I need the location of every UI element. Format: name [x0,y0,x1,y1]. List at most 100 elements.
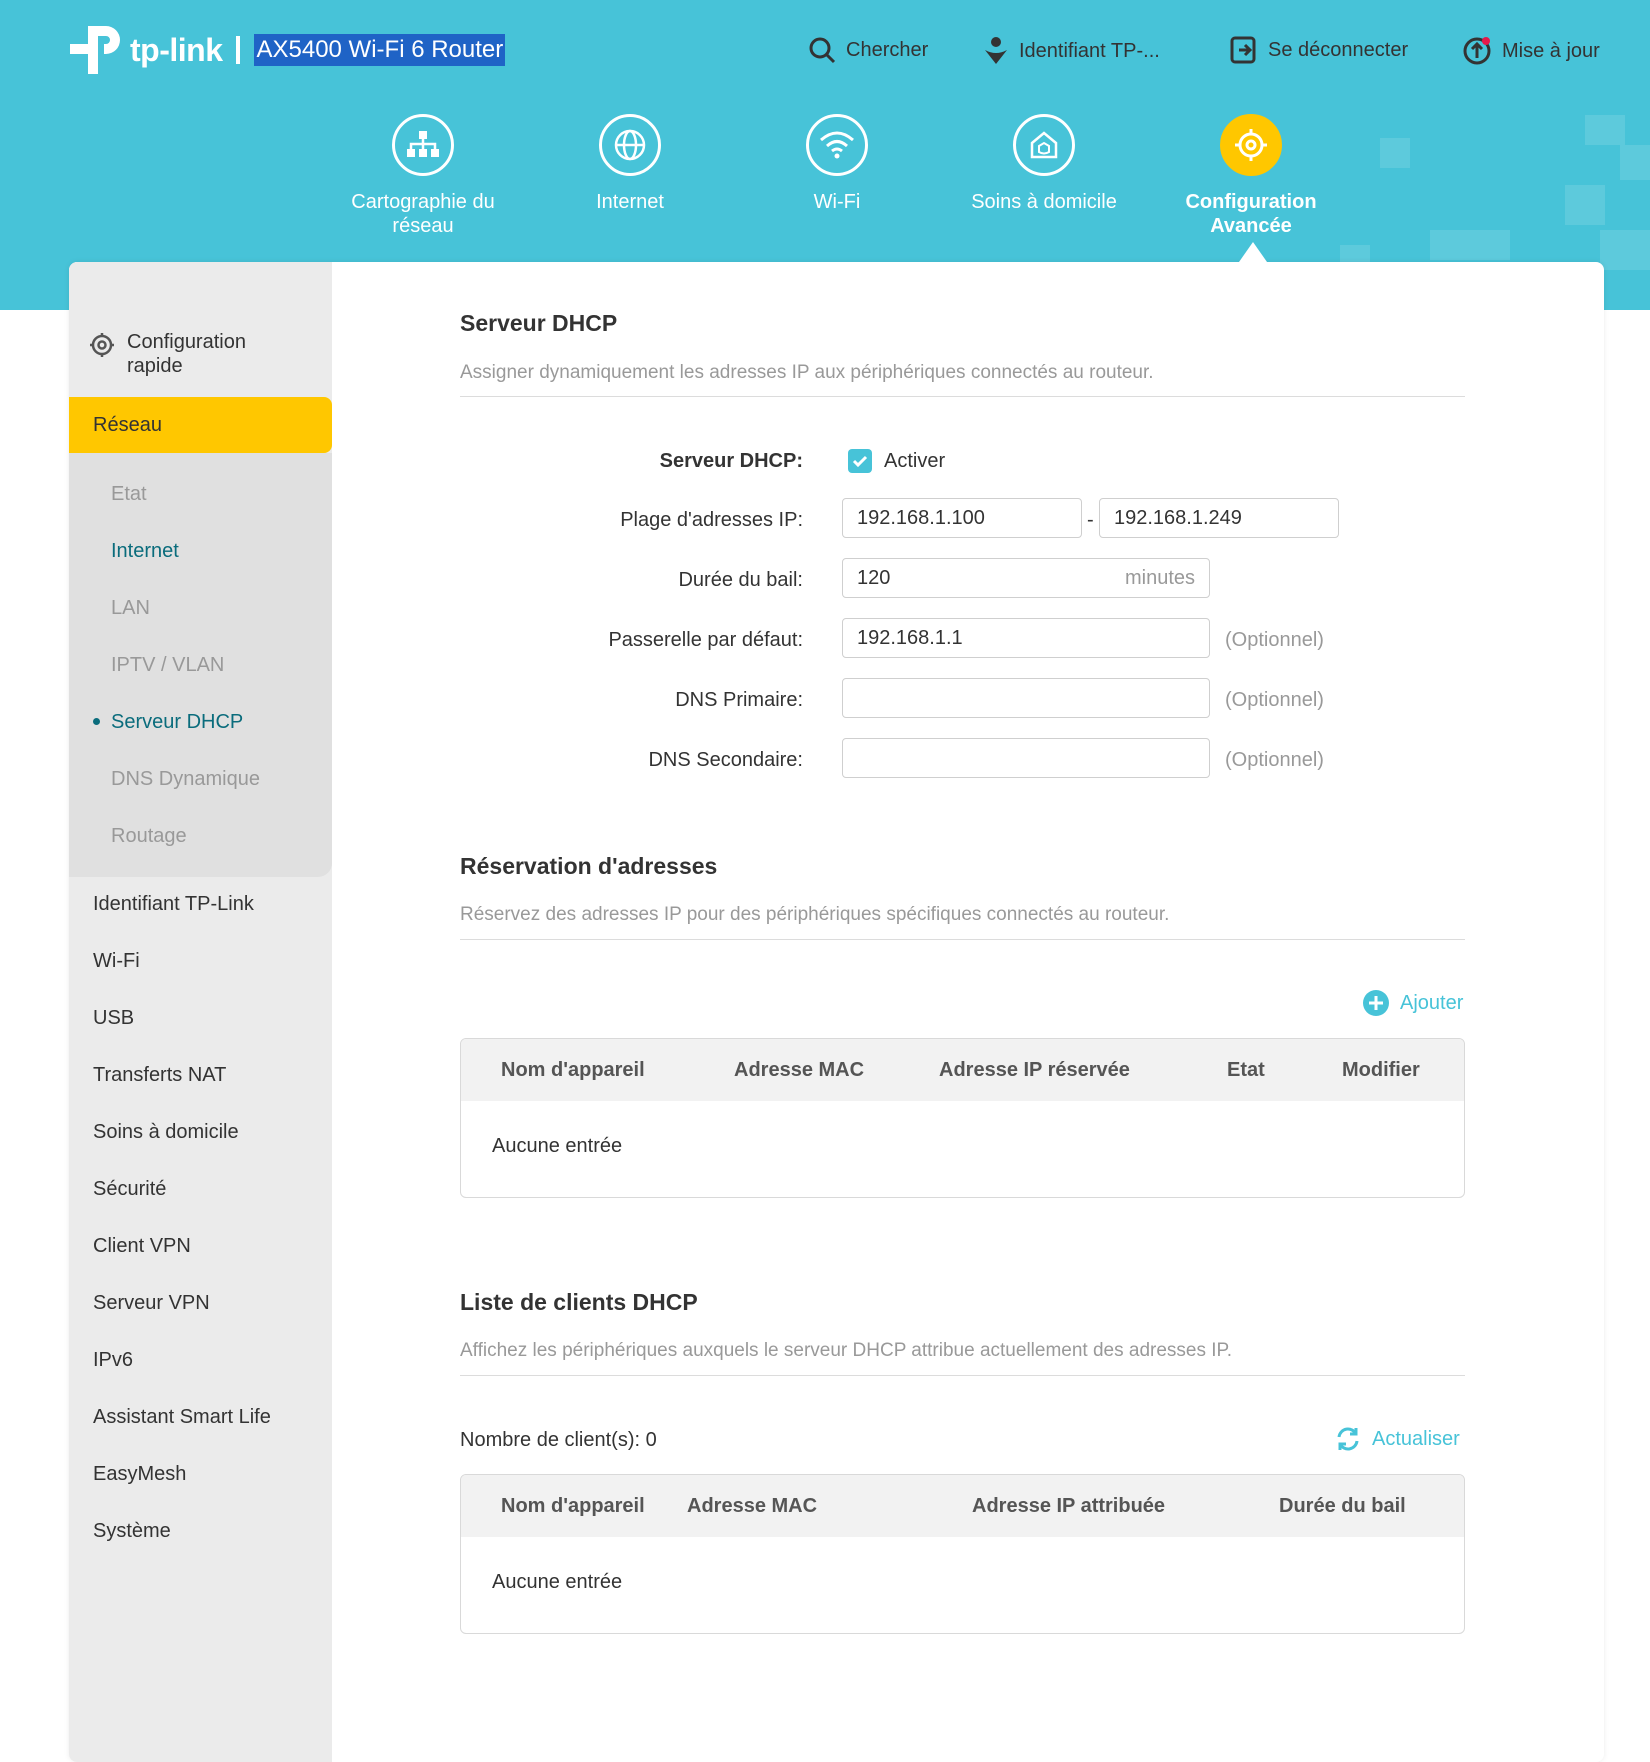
lease-unit: minutes [1124,567,1195,589]
clients-table-header: Nom d'appareil Adresse MAC Adresse IP at… [461,1475,1464,1537]
sidebar-subitem-iptv[interactable]: IPTV / VLAN [111,654,224,677]
nav-wifi-label: Wi-Fi [813,191,861,213]
col-reserved-ip: Adresse IP réservée [939,1059,1130,1081]
ip-range-start-input[interactable]: 192.168.1.100 [842,498,1082,538]
refresh-label: Actualiser [1372,1427,1460,1450]
sidebar-item-usb[interactable]: USB [93,1007,134,1030]
sidebar-item-reseau[interactable]: Réseau [69,397,332,453]
add-circle-icon [1363,990,1389,1016]
ip-range-end-value: 192.168.1.249 [1114,507,1242,529]
quick-setup-link[interactable]: Configuration rapide [89,330,267,378]
quick-setup-label: Configuration rapide [127,331,246,377]
divider [460,396,1465,397]
home-shield-icon [1013,114,1075,176]
decor-square [1600,230,1650,270]
col-assigned-ip: Adresse IP attribuée [972,1495,1166,1517]
logo-text: tp-link [130,31,223,68]
dhcp-enable-label: Serveur DHCP: [659,450,803,472]
router-model: AX5400 Wi-Fi 6 Router [254,34,506,66]
decor-square [1565,185,1605,225]
checkmark-icon [852,455,868,468]
active-dot [93,718,100,725]
sidebar-subitem-dhcp[interactable]: Serveur DHCP [111,711,243,734]
decor-square [1585,115,1625,145]
sidebar-subitem-internet[interactable]: Internet [111,540,179,563]
dns-primary-label: DNS Primaire: [675,689,803,711]
ip-range-separator: - [1087,509,1094,531]
decor-square [1620,145,1650,180]
reservation-table-header: Nom d'appareil Adresse MAC Adresse IP ré… [461,1039,1464,1101]
sidebar-item-security[interactable]: Sécurité [93,1178,166,1201]
dns-primary-input[interactable] [842,678,1210,718]
nav-advanced[interactable]: Configuration Avancée [1156,114,1346,238]
sidebar-item-system[interactable]: Système [93,1520,171,1543]
client-count: Nombre de client(s): 0 [460,1429,657,1451]
sidebar-item-nat[interactable]: Transferts NAT [93,1064,226,1087]
sidebar: Configuration rapide Réseau Etat Interne… [69,262,332,1762]
ip-range-end-input[interactable]: 192.168.1.249 [1099,498,1339,538]
main-card: Configuration rapide Réseau Etat Interne… [69,262,1604,1762]
nav-homecare[interactable]: Soins à domicile [949,114,1139,214]
logout-button[interactable]: Se déconnecter [1230,36,1408,64]
search-label: Chercher [846,38,929,61]
gear-icon [1220,114,1282,176]
sidebar-item-wifi[interactable]: Wi-Fi [93,950,140,973]
divider [460,939,1465,940]
sidebar-item-ipv6[interactable]: IPv6 [93,1349,133,1372]
add-reservation-button[interactable]: Ajouter [1362,989,1463,1017]
tplink-logo-icon [68,22,124,78]
lease-label: Durée du bail: [678,569,803,591]
dns-secondary-input[interactable] [842,738,1210,778]
reservation-section-title: Réservation d'adresses [460,853,718,879]
globe-icon [599,114,661,176]
sidebar-subitem-routing[interactable]: Routage [111,825,187,848]
refresh-icon [1337,1427,1359,1451]
search-button[interactable]: Chercher [808,36,928,64]
dns-secondary-label: DNS Secondaire: [648,749,803,771]
col-device-name: Nom d'appareil [501,1059,645,1081]
sidebar-item-smart-life[interactable]: Assistant Smart Life [93,1406,271,1429]
add-reservation-label: Ajouter [1400,991,1464,1014]
nav-advanced-label: Configuration Avancée [1185,191,1317,237]
dns-secondary-optional: (Optionnel) [1225,749,1324,771]
nav-internet[interactable]: Internet [535,114,725,214]
tplink-id-button[interactable]: Identifiant TP-... [983,36,1160,66]
nav-network-map[interactable]: Cartographie du réseau [328,114,518,238]
reservation-table: Nom d'appareil Adresse MAC Adresse IP ré… [460,1038,1465,1198]
clients-section-desc: Affichez les périphériques auxquels le s… [460,1340,1233,1361]
divider [460,1375,1465,1376]
sidebar-item-homecare[interactable]: Soins à domicile [93,1121,239,1144]
quick-setup-gear-icon [90,333,114,357]
gateway-input[interactable]: 192.168.1.1 [842,618,1210,658]
sidebar-subitem-ddns[interactable]: DNS Dynamique [111,768,260,791]
sidebar-item-easymesh[interactable]: EasyMesh [93,1463,186,1486]
sidebar-item-vpn-client[interactable]: Client VPN [93,1235,191,1258]
lease-time-input[interactable]: 120 minutes [842,558,1210,598]
refresh-button[interactable]: Actualiser [1334,1425,1460,1453]
decor-square [1380,138,1410,168]
sidebar-subitem-lan[interactable]: LAN [111,597,150,620]
col-mac-address: Adresse MAC [734,1059,865,1081]
ip-range-label: Plage d'adresses IP: [620,509,803,531]
brand-logo[interactable]: tp-link AX5400 Wi-Fi 6 Router [68,22,506,78]
col-device-name: Nom d'appareil [501,1495,645,1517]
logo-separator [236,36,241,64]
dns-primary-optional: (Optionnel) [1225,689,1324,711]
reservation-section-desc: Réservez des adresses IP pour des périph… [460,904,1170,925]
active-nav-caret [1239,242,1267,262]
sidebar-item-vpn-server[interactable]: Serveur VPN [93,1292,210,1315]
ip-range-start-value: 192.168.1.100 [857,507,985,529]
dhcp-enable-checkbox[interactable] [848,449,872,473]
sidebar-item-tplink-id[interactable]: Identifiant TP-Link [93,893,254,916]
col-lease-time: Durée du bail [1279,1495,1406,1517]
update-icon [1463,37,1491,65]
col-status: Etat [1227,1059,1265,1081]
network-map-icon [392,114,454,176]
sidebar-subitem-etat[interactable]: Etat [111,483,147,506]
nav-homecare-label: Soins à domicile [971,191,1117,213]
update-button[interactable]: Mise à jour [1462,36,1600,66]
col-edit: Modifier [1342,1059,1420,1081]
gateway-label: Passerelle par défaut: [608,629,803,651]
tplink-id-label: Identifiant TP-... [1019,39,1160,62]
nav-wifi[interactable]: Wi-Fi [742,114,932,214]
